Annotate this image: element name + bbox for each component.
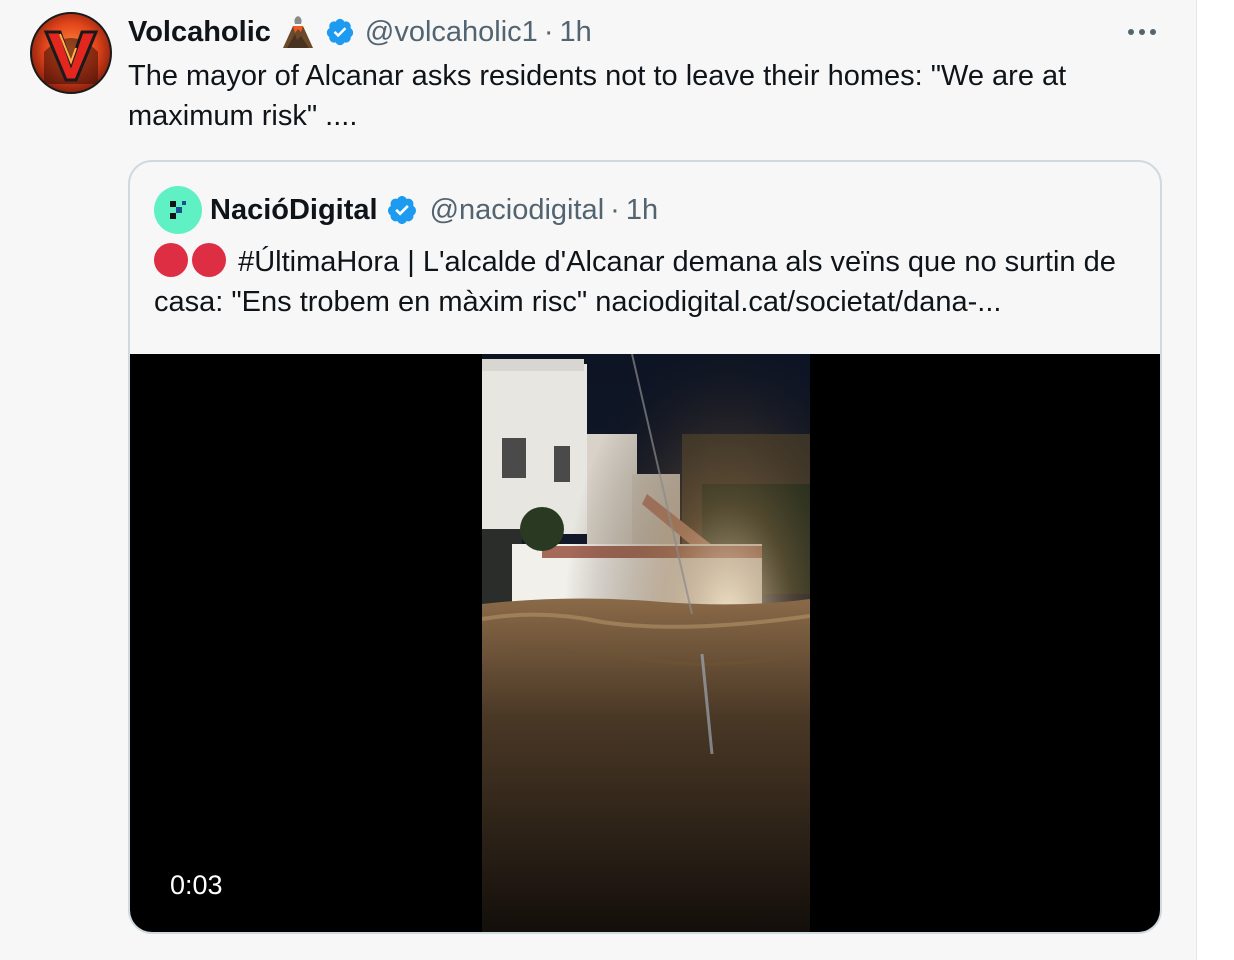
tweet-header: Volcaholic @volcaholic1 · 1h — [128, 12, 592, 52]
separator-dot: · — [610, 193, 620, 226]
quoted-author-avatar[interactable] — [154, 186, 202, 234]
red-circle-emoji — [192, 243, 226, 277]
quoted-tweet-timestamp[interactable]: 1h — [626, 194, 658, 227]
tweet-timestamp[interactable]: 1h — [559, 16, 591, 49]
verified-badge-icon[interactable] — [325, 17, 355, 47]
video-thumbnail[interactable] — [482, 354, 810, 932]
separator-dot: · — [543, 15, 554, 48]
quoted-tweet-text: #ÚltimaHora | L'alcalde d'Alcanar demana… — [154, 242, 1144, 322]
quoted-author-handle[interactable]: @naciodigital — [430, 194, 605, 227]
author-name[interactable]: Volcaholic — [128, 16, 271, 49]
video-duration: 0:03 — [170, 870, 223, 900]
author-handle[interactable]: @volcaholic1 — [365, 16, 538, 49]
quoted-tweet-header: NacióDigital @naciodigital · 1h — [210, 190, 658, 230]
more-options-icon[interactable] — [1122, 20, 1162, 44]
video-player[interactable]: 0:03 — [130, 354, 1160, 932]
quoted-author-name[interactable]: NacióDigital — [210, 194, 378, 227]
volcano-icon — [279, 14, 317, 50]
quoted-tweet-body: #ÚltimaHora | L'alcalde d'Alcanar demana… — [154, 246, 1116, 318]
tweet[interactable]: Volcaholic @volcaholic1 · 1h The mayor o… — [0, 0, 1197, 960]
tweet-text: The mayor of Alcanar asks residents not … — [128, 60, 1067, 132]
author-avatar[interactable] — [30, 12, 112, 94]
quoted-tweet[interactable]: NacióDigital @naciodigital · 1h #ÚltimaH… — [128, 160, 1162, 934]
verified-badge-icon[interactable] — [386, 194, 418, 226]
red-circle-emoji — [154, 243, 188, 277]
